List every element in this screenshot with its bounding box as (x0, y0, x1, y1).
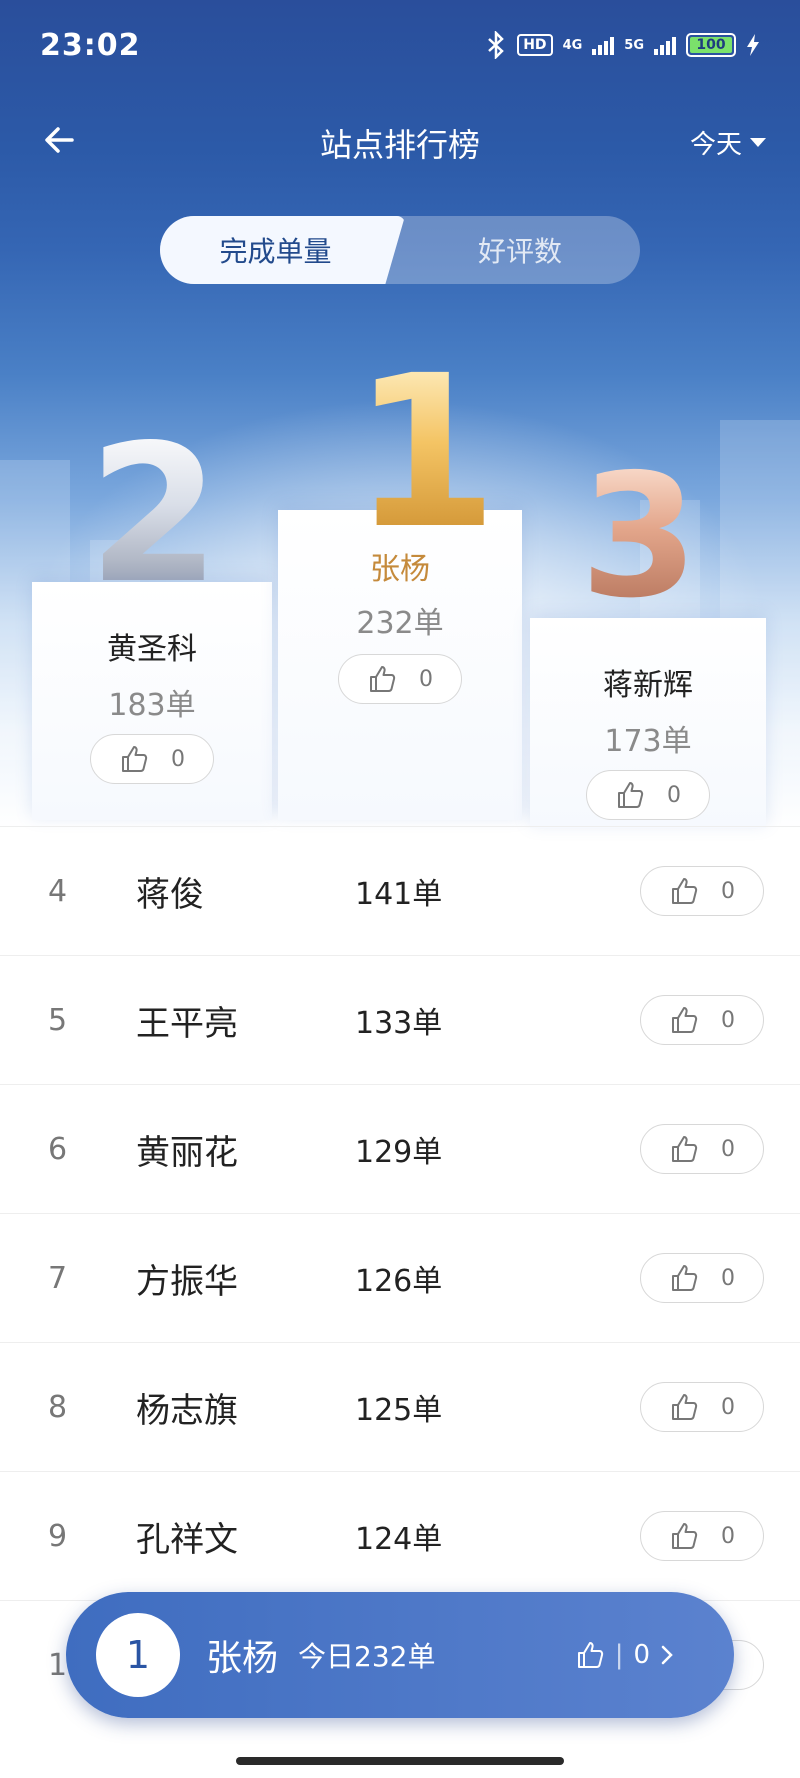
my-rank-likes[interactable]: | 0 (575, 1640, 674, 1670)
list-item-rank: 7 (48, 1260, 68, 1296)
list-item[interactable]: 5 王平亮 133单 0 (0, 955, 800, 1084)
thumbs-up-icon (672, 1136, 698, 1162)
like-count: 0 (721, 1394, 735, 1420)
list-item[interactable]: 6 黄丽花 129单 0 (0, 1084, 800, 1213)
thumbs-up-icon (577, 1642, 603, 1668)
signal-icon (592, 35, 615, 55)
thumbs-up-icon (618, 782, 644, 808)
list-item-rank: 4 (48, 873, 68, 909)
status-icons: HD 4G 5G 100 (485, 31, 760, 59)
list-item-count: 133单 (355, 1006, 443, 1041)
chevron-down-icon (750, 138, 766, 147)
tab-positive-reviews[interactable]: 好评数 (400, 216, 640, 284)
list-item-rank: 6 (48, 1131, 68, 1167)
list-item[interactable]: 7 方振华 126单 0 (0, 1213, 800, 1342)
list-item-rank: 5 (48, 1002, 68, 1038)
hd-badge: HD (517, 34, 553, 56)
like-count: 0 (721, 878, 735, 904)
like-count: 0 (419, 666, 433, 692)
rank-3-numeral: 3 (580, 438, 699, 636)
podium-second-name: 黄圣科 (107, 632, 197, 667)
thumbs-up-icon (672, 1394, 698, 1420)
list-item-rank: 8 (48, 1389, 68, 1425)
list-item-name: 黄丽花 (136, 1132, 238, 1173)
thumbs-up-icon (122, 746, 148, 772)
network-4g-label: 4G (562, 37, 583, 53)
podium-first-count: 232单 (356, 606, 444, 641)
like-button[interactable]: 0 (640, 1382, 764, 1432)
list-item-count: 141单 (355, 877, 443, 912)
list-item-rank: 9 (48, 1518, 68, 1554)
podium-third-count: 173单 (604, 724, 692, 759)
list-item-name: 杨志旗 (136, 1390, 238, 1431)
battery-icon: 100 (686, 33, 736, 57)
like-count: 0 (721, 1265, 735, 1291)
my-rank-today-count: 今日232单 (298, 1640, 436, 1673)
list-item-name: 蒋俊 (136, 874, 204, 915)
my-rank-name: 张杨 (206, 1638, 279, 1679)
my-rank-badge: 1 (96, 1613, 180, 1697)
like-button[interactable]: 0 (640, 1253, 764, 1303)
like-count: 0 (721, 1007, 735, 1033)
list-item-name: 方振华 (136, 1261, 238, 1302)
nav-bar: 站点排行榜 今天 (0, 100, 800, 180)
like-button[interactable]: 0 (640, 1511, 764, 1561)
date-filter-label: 今天 (689, 130, 742, 160)
list-item-count: 129单 (355, 1135, 443, 1170)
thumbs-up-icon (672, 1523, 698, 1549)
network-5g-label: 5G (624, 37, 644, 53)
podium-second-count: 183单 (108, 688, 196, 723)
list-item[interactable]: 8 杨志旗 125单 0 (0, 1342, 800, 1471)
podium-third: 蒋新辉 173单 0 (530, 618, 766, 828)
bluetooth-icon (488, 31, 505, 59)
signal-icon (654, 35, 676, 55)
thumbs-up-icon (672, 1007, 698, 1033)
thumbs-up-icon (672, 878, 698, 904)
list-item[interactable]: 4 蒋俊 141单 0 (0, 826, 800, 955)
charging-icon (747, 34, 759, 56)
date-filter-dropdown[interactable]: 今天 (690, 124, 766, 161)
list-item-count: 126单 (355, 1264, 443, 1299)
tab-switcher: 完成单量 好评数 (160, 216, 640, 284)
like-button[interactable]: 0 (90, 734, 214, 784)
like-count: 0 (721, 1136, 735, 1162)
thumbs-up-icon (672, 1265, 698, 1291)
podium-second: 黄圣科 183单 0 (32, 582, 272, 820)
tab-completed-orders[interactable]: 完成单量 (160, 216, 405, 284)
like-count: 0 (667, 782, 681, 808)
podium-third-name: 蒋新辉 (603, 668, 693, 703)
list-item[interactable]: 9 孔祥文 124单 0 (0, 1471, 800, 1600)
my-rank-bar[interactable]: 1 张杨 今日232单 | 0 (66, 1592, 734, 1718)
like-button[interactable]: 0 (640, 1124, 764, 1174)
like-button[interactable]: 0 (640, 866, 764, 916)
list-item-count: 124单 (355, 1522, 443, 1557)
status-bar: 23:02 HD 4G 5G 100 (0, 0, 800, 90)
list-item-name: 孔祥文 (136, 1519, 238, 1560)
chevron-right-icon (661, 1645, 673, 1665)
like-button[interactable]: 0 (338, 654, 462, 704)
status-time: 23:02 (40, 27, 141, 63)
separator: | (614, 1640, 624, 1670)
thumbs-up-icon (370, 666, 396, 692)
like-count: 0 (171, 746, 185, 772)
rank-1-numeral: 1 (352, 330, 499, 575)
like-count: 0 (721, 1523, 735, 1549)
list-item-count: 125单 (355, 1393, 443, 1428)
home-indicator[interactable] (236, 1757, 564, 1765)
like-button[interactable]: 0 (640, 995, 764, 1045)
like-button[interactable]: 0 (586, 770, 710, 820)
page-title: 站点排行榜 (319, 126, 480, 164)
my-rank-like-count: 0 (633, 1640, 650, 1670)
list-item-name: 王平亮 (136, 1003, 238, 1044)
